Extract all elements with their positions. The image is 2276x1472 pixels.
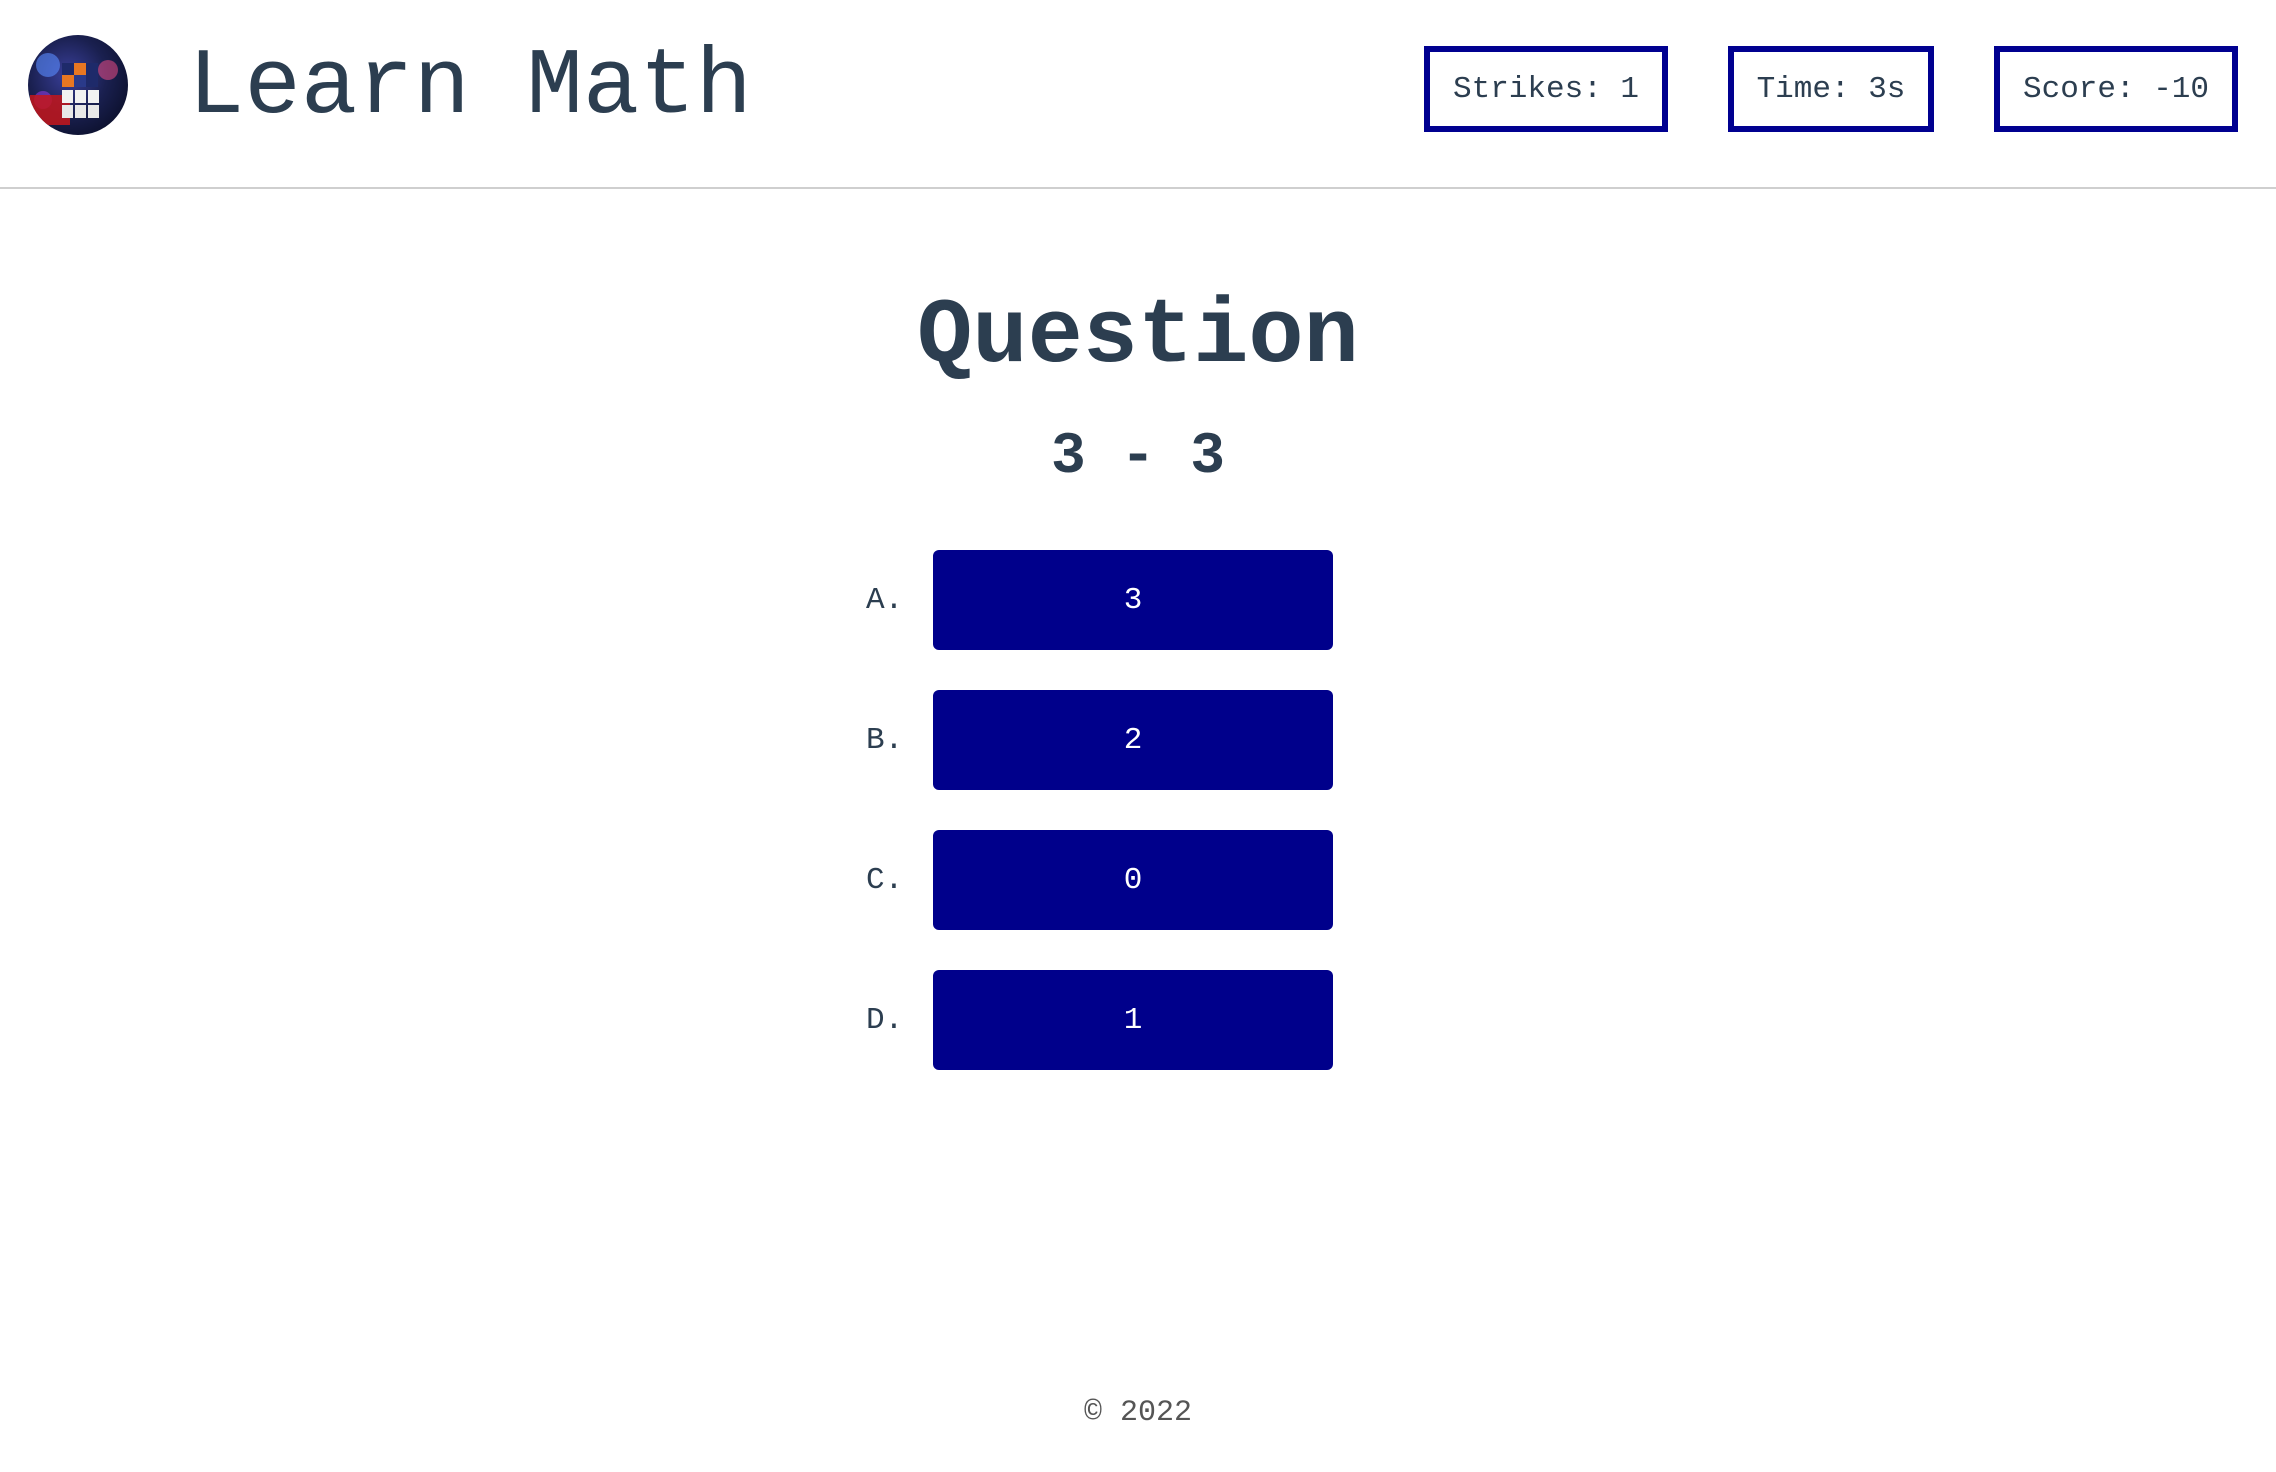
answer-button-d[interactable]: 1	[933, 970, 1333, 1070]
answer-list: A. 3 B. 2 C. 0 D. 1	[0, 0, 2276, 1472]
answer-row-a: A. 3	[0, 550, 2276, 650]
answer-button-a[interactable]: 3	[933, 550, 1333, 650]
answer-row-d: D. 1	[0, 970, 2276, 1070]
answer-row-b: B. 2	[0, 690, 2276, 790]
answer-letter: C.	[866, 862, 904, 898]
answer-letter: A.	[866, 582, 904, 618]
answer-row-c: C. 0	[0, 830, 2276, 930]
answer-letter: D.	[866, 1002, 904, 1038]
answer-letter: B.	[866, 722, 904, 758]
answer-button-b[interactable]: 2	[933, 690, 1333, 790]
page: Learn Math Strikes: 1 Time: 3s Score: -1…	[0, 0, 2276, 1472]
answer-button-c[interactable]: 0	[933, 830, 1333, 930]
footer-copyright: © 2022	[1083, 1396, 1193, 1430]
